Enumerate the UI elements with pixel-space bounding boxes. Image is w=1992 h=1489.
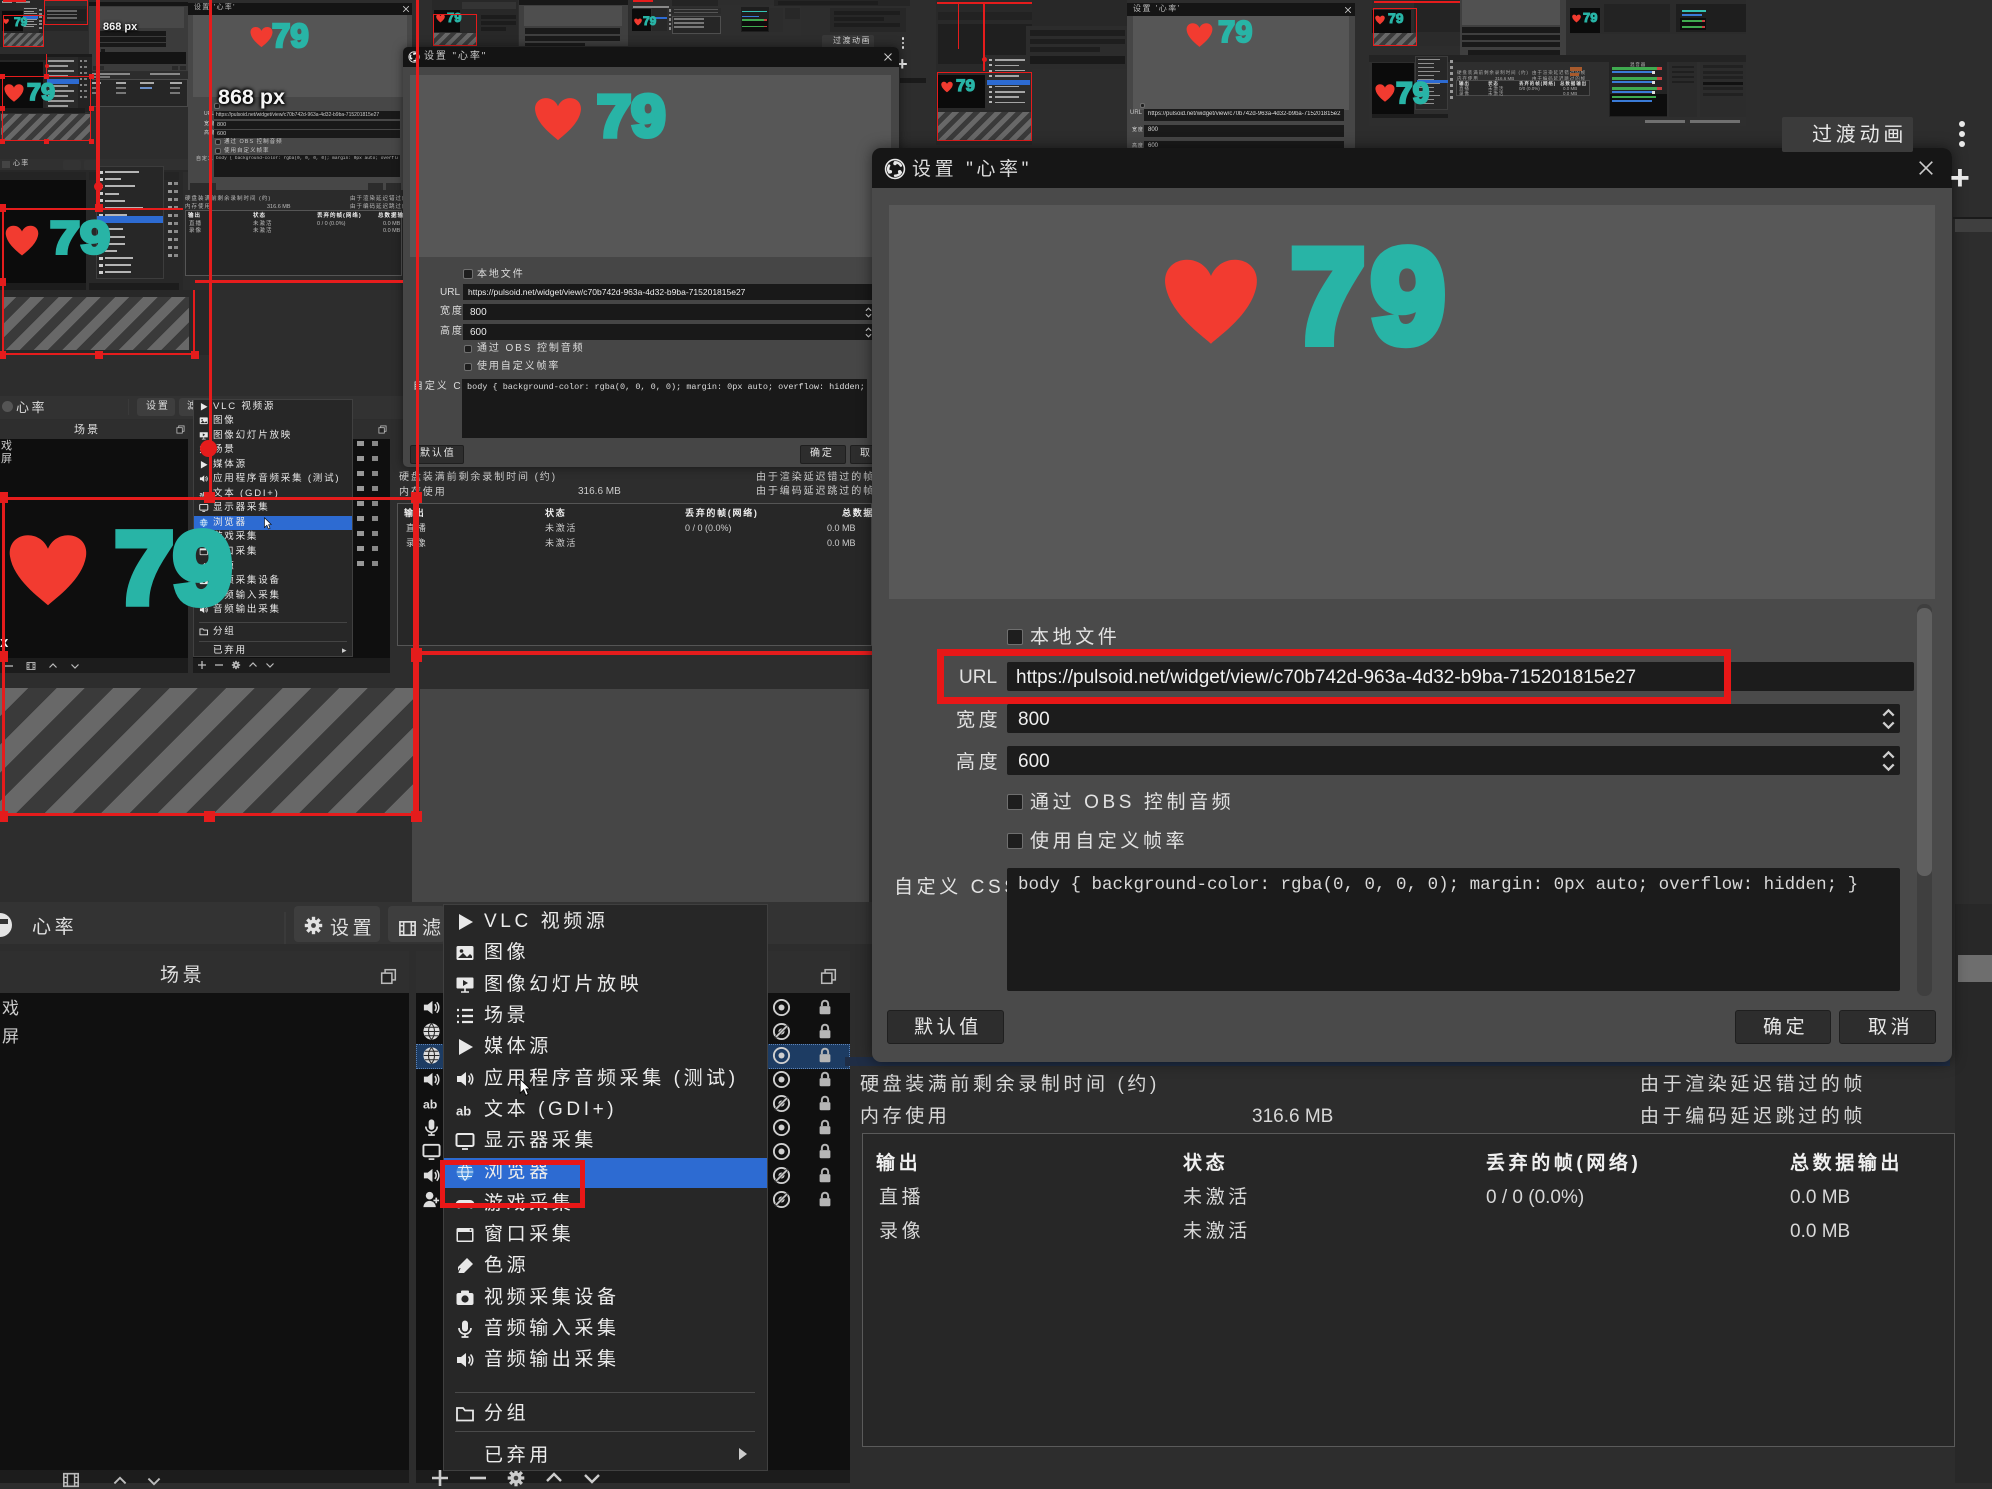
svg-text:ab: ab [423, 1098, 438, 1112]
svg-text:ab: ab [456, 1103, 471, 1118]
